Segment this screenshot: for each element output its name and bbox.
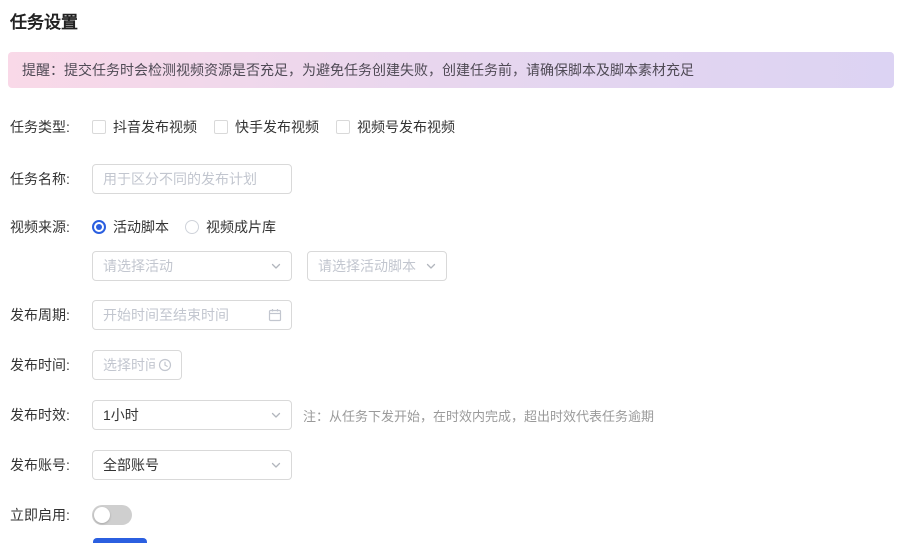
checkbox-option-douyin[interactable]: 抖音发布视频: [92, 117, 197, 137]
row-publish-time: 发布时间:: [10, 350, 902, 380]
publish-account-label: 发布账号:: [10, 457, 70, 473]
checkbox-label-kuaishou: 快手发布视频: [235, 119, 319, 135]
video-source-label: 视频来源:: [10, 219, 70, 235]
task-settings-page: 任务设置 提醒：提交任务时会检测视频资源是否充足，为避免任务创建失败，创建任务前…: [0, 0, 902, 543]
checkbox-shipinhao[interactable]: [336, 120, 350, 134]
enable-now-toggle[interactable]: [92, 505, 132, 525]
alert-banner: 提醒：提交任务时会检测视频资源是否充足，为避免任务创建失败，创建任务前，请确保脚…: [8, 52, 894, 88]
radio-activity-script[interactable]: [92, 220, 106, 234]
enable-now-label: 立即启用:: [10, 507, 70, 523]
row-task-name: 任务名称:: [10, 164, 902, 194]
checkbox-label-shipinhao: 视频号发布视频: [357, 119, 455, 135]
row-activity-selects: 请选择活动 请选择活动脚本: [10, 251, 902, 281]
task-name-input-wrap: [92, 164, 292, 194]
row-video-source: 视频来源: 活动脚本 视频成片库: [10, 217, 902, 237]
checkbox-option-shipinhao[interactable]: 视频号发布视频: [336, 117, 455, 137]
checkbox-kuaishou[interactable]: [214, 120, 228, 134]
radio-label-activity-script: 活动脚本: [113, 219, 169, 235]
chevron-down-icon: [270, 409, 282, 421]
toggle-knob: [94, 507, 110, 523]
radio-video-library[interactable]: [185, 220, 199, 234]
activity-script-select-value: 请选择活动脚本: [318, 258, 416, 274]
publish-period-label: 发布周期:: [10, 307, 70, 323]
row-task-type: 任务类型: 抖音发布视频 快手发布视频 视频号发布视频: [10, 117, 902, 137]
submit-button[interactable]: [93, 538, 147, 543]
row-publish-validity: 发布时效: 1小时 注：从任务下发开始，在时效内完成，超出时效代表任务逾期: [10, 400, 902, 430]
publish-account-select[interactable]: 全部账号: [92, 450, 292, 480]
activity-select-value: 请选择活动: [103, 258, 173, 274]
row-publish-period: 发布周期:: [10, 300, 902, 330]
publish-validity-label: 发布时效:: [10, 407, 70, 423]
page-title: 任务设置: [10, 13, 78, 32]
radio-option-activity-script[interactable]: 活动脚本: [92, 217, 169, 237]
publish-account-value: 全部账号: [103, 457, 159, 473]
checkbox-option-kuaishou[interactable]: 快手发布视频: [214, 117, 319, 137]
task-name-label: 任务名称:: [10, 171, 70, 187]
chevron-down-icon: [270, 260, 282, 272]
radio-label-video-library: 视频成片库: [206, 219, 276, 235]
task-form: 任务类型: 抖音发布视频 快手发布视频 视频号发布视频 任务名称: 视频来源:: [10, 117, 902, 525]
publish-validity-value: 1小时: [103, 407, 139, 423]
checkbox-douyin[interactable]: [92, 120, 106, 134]
task-name-input[interactable]: [93, 165, 291, 193]
publish-time-label: 发布时间:: [10, 357, 70, 373]
publish-validity-note: 注：从任务下发开始，在时效内完成，超出时效代表任务逾期: [303, 408, 655, 424]
row-publish-account: 发布账号: 全部账号: [10, 450, 902, 480]
publish-time-input[interactable]: [93, 351, 181, 379]
publish-time-input-wrap: [92, 350, 182, 380]
publish-period-input[interactable]: [93, 301, 291, 329]
task-type-label: 任务类型:: [10, 119, 70, 135]
row-enable-now: 立即启用:: [10, 505, 902, 525]
chevron-down-icon: [270, 459, 282, 471]
alert-text: 提醒：提交任务时会检测视频资源是否充足，为避免任务创建失败，创建任务前，请确保脚…: [22, 62, 694, 78]
activity-script-select[interactable]: 请选择活动脚本: [307, 251, 447, 281]
activity-select[interactable]: 请选择活动: [92, 251, 292, 281]
publish-period-input-wrap: [92, 300, 292, 330]
publish-validity-select[interactable]: 1小时: [92, 400, 292, 430]
checkbox-label-douyin: 抖音发布视频: [113, 119, 197, 135]
chevron-down-icon: [425, 260, 437, 272]
radio-option-video-library[interactable]: 视频成片库: [185, 217, 276, 237]
